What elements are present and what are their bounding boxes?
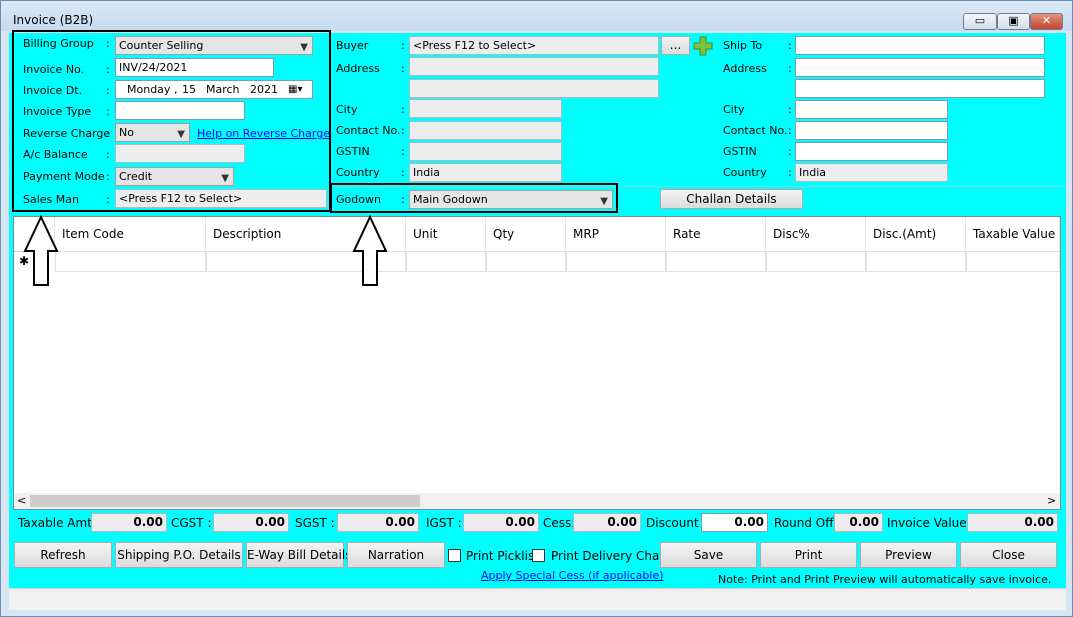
- igst-label: IGST :: [426, 516, 462, 530]
- ship-gstin-label: GSTIN: [723, 145, 757, 158]
- minimize-icon: ▭: [974, 14, 986, 27]
- cess-label: Cess:: [543, 516, 576, 530]
- scroll-left-icon[interactable]: <: [17, 494, 26, 507]
- column-header[interactable]: Disc%: [766, 217, 866, 251]
- print-delivery-challan-checkbox[interactable]: [532, 549, 545, 562]
- buyer-browse-button[interactable]: ...: [661, 36, 690, 55]
- print-picklist-checkbox[interactable]: [448, 549, 461, 562]
- grid-cell[interactable]: [866, 251, 966, 272]
- buyer-gstin-label: GSTIN: [336, 145, 370, 158]
- buyer-field[interactable]: <Press F12 to Select>: [409, 36, 659, 55]
- ship-country-field: India: [795, 163, 948, 182]
- minimize-button[interactable]: ▭: [963, 13, 997, 30]
- buyer-gstin-field: [409, 142, 562, 161]
- column-header[interactable]: Taxable Value: [966, 217, 1060, 251]
- ship-address-line2[interactable]: [795, 79, 1045, 98]
- buyer-label: Buyer: [336, 39, 369, 52]
- discount-label: Discount :: [646, 516, 707, 530]
- window-title: Invoice (B2B): [13, 13, 94, 27]
- ship-country-label: Country: [723, 166, 767, 179]
- maximize-icon: ▣: [1008, 14, 1019, 27]
- horizontal-scrollbar[interactable]: < >: [14, 493, 1060, 509]
- title-bar: Invoice (B2B) ▭ ▣ ✕: [1, 1, 1072, 31]
- table-row[interactable]: ✱: [14, 251, 1060, 272]
- column-header[interactable]: Rate: [666, 217, 766, 251]
- discount-field[interactable]: 0.00: [701, 513, 768, 532]
- close-icon: ✕: [1041, 14, 1052, 27]
- buyer-address-line1: [409, 57, 659, 76]
- scroll-right-icon[interactable]: >: [1047, 494, 1056, 507]
- apply-special-cess-link[interactable]: Apply Special Cess (if applicable): [481, 569, 664, 582]
- buyer-address-line2: [409, 79, 659, 98]
- grid-cell[interactable]: [766, 251, 866, 272]
- form-area: Billing Group : Counter Selling ▼ Invoic…: [9, 30, 1066, 610]
- print-picklist-label: Print Picklist: [466, 549, 539, 563]
- print-button[interactable]: Print: [760, 542, 857, 568]
- ship-contact-label: Contact No.: [723, 124, 788, 137]
- save-button[interactable]: Save: [660, 542, 757, 568]
- buyer-city-field: [409, 99, 562, 118]
- sgst-label: SGST :: [295, 516, 335, 530]
- status-bar: [9, 588, 1066, 610]
- ship-gstin-field[interactable]: [795, 142, 948, 161]
- close-window-button[interactable]: ✕: [1030, 13, 1063, 30]
- grid-cell[interactable]: [666, 251, 766, 272]
- grid-cell[interactable]: [406, 251, 486, 272]
- up-arrow-annotation-left: [23, 215, 59, 286]
- column-header[interactable]: Unit: [406, 217, 486, 251]
- scrollbar-thumb[interactable]: [30, 495, 420, 507]
- buyer-address-label: Address: [336, 62, 380, 75]
- column-header[interactable]: MRP: [566, 217, 666, 251]
- shipping-po-details-button[interactable]: Shipping P.O. Details: [115, 542, 243, 568]
- buyer-contact-field: [409, 121, 562, 140]
- column-header[interactable]: Item Code: [55, 217, 206, 251]
- grid-header: Item Code Description Unit Qty MRP Rate …: [14, 217, 1060, 252]
- cgst-value: 0.00: [213, 513, 289, 532]
- grid-cell[interactable]: [486, 251, 566, 272]
- ship-city-label: City: [723, 103, 745, 116]
- buyer-country-label: Country: [336, 166, 380, 179]
- refresh-button[interactable]: Refresh: [14, 542, 112, 568]
- narration-button[interactable]: Narration: [347, 542, 445, 568]
- preview-button[interactable]: Preview: [860, 542, 957, 568]
- eway-bill-details-button[interactable]: E-Way Bill Details: [246, 542, 351, 568]
- cess-value: 0.00: [573, 513, 641, 532]
- invoice-value: 0.00: [967, 513, 1058, 532]
- grid-cell[interactable]: [966, 251, 1060, 272]
- igst-value: 0.00: [463, 513, 539, 532]
- round-off-value: 0.00: [834, 513, 883, 532]
- column-header[interactable]: Qty: [486, 217, 566, 251]
- sgst-value: 0.00: [337, 513, 419, 532]
- buyer-contact-label: Contact No.: [336, 124, 401, 137]
- ship-address-label: Address: [723, 62, 767, 75]
- ship-city-field[interactable]: [795, 100, 948, 119]
- items-grid[interactable]: Item Code Description Unit Qty MRP Rate …: [13, 216, 1061, 510]
- maximize-button[interactable]: ▣: [997, 13, 1030, 30]
- challan-details-button[interactable]: Challan Details: [660, 189, 803, 209]
- cgst-label: CGST :: [171, 516, 212, 530]
- highlight-box-godown: [330, 183, 618, 213]
- buyer-city-label: City: [336, 103, 358, 116]
- invoice-value-label: Invoice Value :: [887, 516, 975, 530]
- buyer-country-field: India: [409, 163, 562, 182]
- ship-address-line1[interactable]: [795, 58, 1045, 77]
- column-header[interactable]: Disc.(Amt): [866, 217, 966, 251]
- close-button[interactable]: Close: [960, 542, 1057, 568]
- invoice-window: Invoice (B2B) ▭ ▣ ✕ Billing Group : Coun…: [0, 0, 1073, 617]
- taxable-amt-value: 0.00: [91, 513, 167, 532]
- grid-cell[interactable]: [55, 251, 206, 272]
- round-off-label: Round Off :: [774, 516, 842, 530]
- grid-cell[interactable]: [566, 251, 666, 272]
- up-arrow-annotation-godown: [352, 215, 388, 286]
- highlight-box-left: [12, 30, 331, 212]
- ship-contact-field[interactable]: [795, 121, 948, 140]
- plus-icon[interactable]: [693, 36, 713, 56]
- ship-to-label: Ship To: [723, 39, 763, 52]
- auto-save-note: Note: Print and Print Preview will autom…: [718, 573, 1052, 586]
- ship-to-field[interactable]: [795, 36, 1045, 55]
